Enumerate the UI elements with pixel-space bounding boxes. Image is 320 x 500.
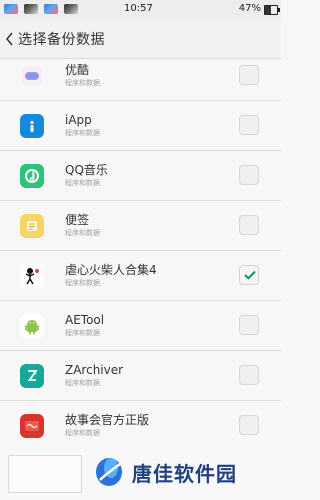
iapp-icon bbox=[20, 113, 44, 138]
qq-music-icon bbox=[20, 163, 44, 188]
notification-icon bbox=[64, 4, 78, 14]
watermark: 唐佳软件园 bbox=[94, 454, 237, 490]
checkbox[interactable] bbox=[239, 315, 259, 335]
app-subtitle: 程序和数据 bbox=[65, 79, 100, 87]
list-item-stickman[interactable]: 虐心火柴人合集4 程序和数据 bbox=[0, 251, 281, 301]
chevron-left-icon bbox=[6, 32, 13, 46]
checkbox[interactable] bbox=[239, 365, 259, 385]
app-name: 便签 bbox=[65, 213, 90, 227]
notification-icon bbox=[44, 4, 58, 14]
status-time: 10:57 bbox=[124, 3, 153, 14]
app-subtitle: 程序和数据 bbox=[65, 329, 100, 337]
app-name: 故事会官方正版 bbox=[65, 413, 150, 427]
zarchiver-icon bbox=[20, 363, 44, 388]
list-item-notes[interactable]: 便签 程序和数据 bbox=[0, 201, 281, 251]
app-name: AETool bbox=[65, 313, 105, 327]
app-subtitle: 程序和数据 bbox=[65, 279, 100, 287]
battery-percentage: 47% bbox=[238, 3, 261, 14]
status-bar: 10:57 47% bbox=[0, 0, 281, 20]
watermark-logo-icon bbox=[96, 458, 122, 486]
list-item-qq-music[interactable]: QQ音乐 程序和数据 bbox=[0, 151, 281, 201]
app-subtitle: 程序和数据 bbox=[65, 379, 100, 387]
battery-icon bbox=[264, 5, 280, 15]
list-item-zarchiver[interactable]: ZArchiver 程序和数据 bbox=[0, 351, 281, 401]
app-name: iApp bbox=[65, 113, 92, 127]
notes-icon bbox=[20, 213, 44, 238]
list-item-youku[interactable]: 优酷 程序和数据 bbox=[0, 59, 281, 101]
android-icon bbox=[20, 313, 44, 338]
bottom-action-button[interactable] bbox=[8, 455, 82, 493]
checkbox[interactable] bbox=[239, 415, 259, 435]
stickman-icon bbox=[20, 263, 44, 288]
app-subtitle: 程序和数据 bbox=[65, 229, 100, 237]
checkbox[interactable] bbox=[239, 215, 259, 235]
checkbox[interactable] bbox=[239, 115, 259, 135]
notification-icons bbox=[4, 4, 78, 14]
notification-icon bbox=[4, 4, 18, 14]
app-name: QQ音乐 bbox=[65, 163, 108, 177]
app-name: 优酷 bbox=[65, 63, 90, 77]
notification-icon bbox=[24, 4, 38, 14]
app-list: 优酷 程序和数据 iApp 程序和数据 QQ音乐 程序和数据 便签 程序和数据 … bbox=[0, 59, 281, 446]
header-bar: 选择备份数据 bbox=[0, 20, 281, 59]
checkbox[interactable] bbox=[239, 165, 259, 185]
app-subtitle: 程序和数据 bbox=[65, 129, 100, 137]
list-item-iapp[interactable]: iApp 程序和数据 bbox=[0, 101, 281, 151]
app-name: 虐心火柴人合集4 bbox=[65, 263, 157, 277]
battery-fill bbox=[265, 6, 271, 14]
page-title: 选择备份数据 bbox=[18, 32, 105, 48]
watermark-text: 唐佳软件园 bbox=[132, 461, 237, 486]
app-name: ZArchiver bbox=[65, 363, 124, 377]
checkbox[interactable] bbox=[239, 65, 259, 85]
back-button[interactable] bbox=[2, 20, 18, 58]
app-subtitle: 程序和数据 bbox=[65, 429, 100, 437]
youku-icon bbox=[20, 64, 44, 88]
app-subtitle: 程序和数据 bbox=[65, 179, 100, 187]
list-item-aetool[interactable]: AETool 程序和数据 bbox=[0, 301, 281, 351]
checkmark-icon bbox=[244, 270, 256, 280]
checkbox-checked[interactable] bbox=[239, 265, 259, 285]
list-item-story[interactable]: 故事会官方正版 程序和数据 bbox=[0, 401, 281, 446]
story-icon bbox=[20, 413, 44, 438]
